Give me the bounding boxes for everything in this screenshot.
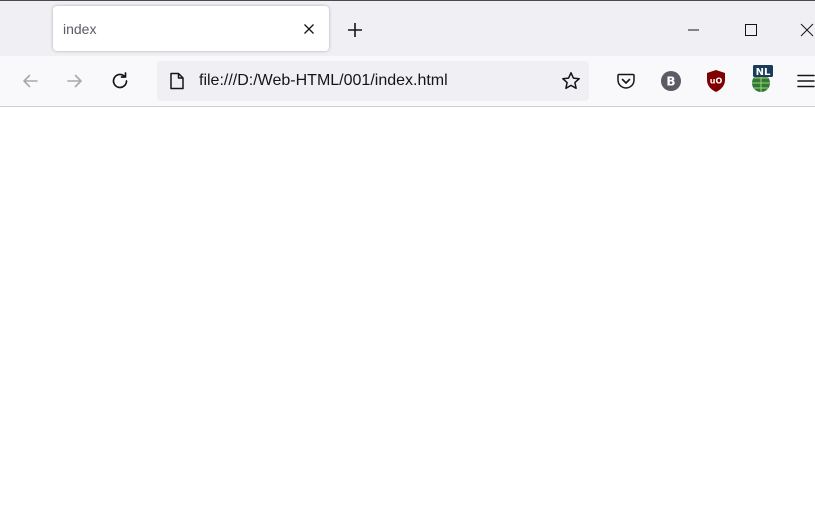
pocket-button[interactable]	[613, 68, 639, 94]
pocket-icon	[617, 73, 635, 89]
arrow-left-icon	[23, 74, 38, 88]
reload-button[interactable]	[106, 67, 134, 95]
reload-icon	[112, 72, 128, 89]
maximize-icon	[745, 24, 757, 36]
bookmark-star-button[interactable]	[559, 69, 583, 93]
close-icon	[304, 24, 314, 34]
close-tab-button[interactable]	[298, 18, 320, 40]
maximize-button[interactable]	[736, 15, 766, 45]
svg-text:NL: NL	[756, 67, 771, 78]
page-content	[0, 107, 815, 517]
svg-text:uO: uO	[710, 77, 723, 86]
ublock-origin-button[interactable]: uO	[703, 68, 729, 94]
app-menu-button[interactable]	[793, 68, 815, 94]
back-button[interactable]	[16, 67, 44, 95]
svg-text:B: B	[666, 75, 675, 89]
page-icon	[167, 71, 187, 91]
b-extension-icon: B	[661, 71, 681, 91]
minimize-button[interactable]	[679, 15, 709, 45]
url-bar[interactable]: file:///D:/Web-HTML/001/index.html	[157, 61, 589, 101]
tab-strip: index	[0, 0, 815, 56]
close-icon	[800, 23, 814, 37]
close-window-button[interactable]	[792, 15, 815, 45]
arrow-right-icon	[67, 74, 82, 88]
ublock-origin-icon: uO	[707, 70, 725, 92]
tab-index[interactable]: index	[53, 6, 329, 51]
nl-globe-extension-button[interactable]: NL	[748, 64, 776, 94]
nl-globe-extension-icon: NL	[752, 65, 773, 92]
browser-window: index file:///D:/Web-HTML/001/index.html…	[0, 0, 815, 517]
navigation-toolbar: file:///D:/Web-HTML/001/index.html B uO	[0, 56, 815, 107]
tab-title: index	[63, 21, 97, 37]
minimize-icon	[688, 29, 699, 31]
forward-button[interactable]	[61, 67, 89, 95]
new-tab-button[interactable]	[342, 17, 368, 43]
star-icon	[562, 72, 580, 90]
url-text[interactable]: file:///D:/Web-HTML/001/index.html	[199, 72, 448, 90]
b-extension-button[interactable]: B	[658, 68, 684, 94]
hamburger-menu-icon	[797, 74, 815, 88]
plus-icon	[348, 23, 362, 37]
